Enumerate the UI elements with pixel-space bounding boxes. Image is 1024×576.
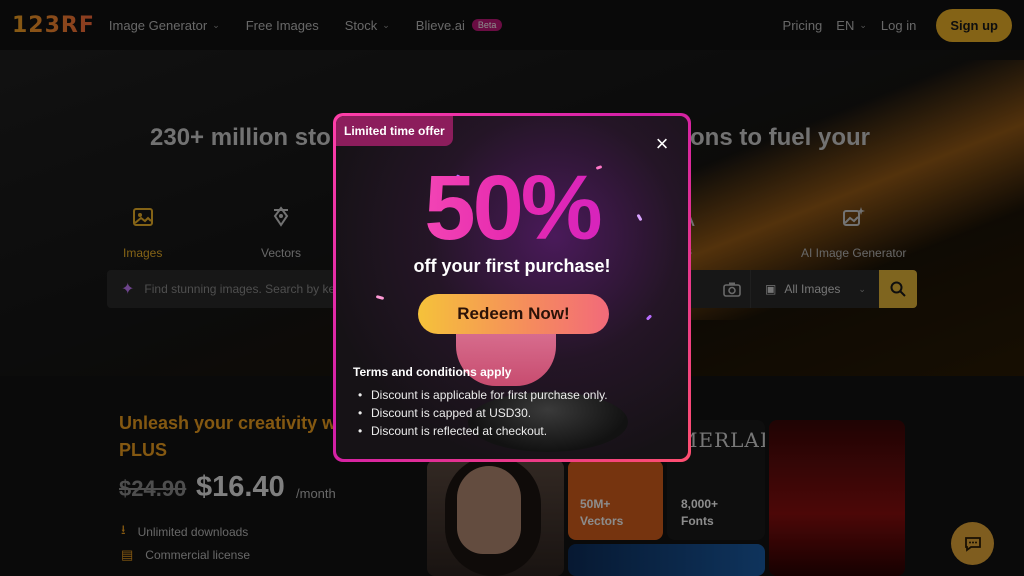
close-icon[interactable]: ×	[650, 132, 674, 156]
discount-subtitle: off your first purchase!	[413, 256, 611, 276]
discount-modal: Limited time offer × 50% off your first …	[333, 113, 691, 462]
terms-item: Discount is applicable for first purchas…	[353, 386, 608, 404]
confetti-decoration	[645, 314, 653, 321]
redeem-button[interactable]: Redeem Now!	[418, 294, 609, 334]
terms-item: Discount is reflected at checkout.	[353, 422, 608, 440]
modal-body: Limited time offer × 50% off your first …	[336, 116, 688, 459]
discount-percent: 50%	[336, 160, 688, 256]
terms-item: Discount is capped at USD30.	[353, 404, 608, 422]
terms-title: Terms and conditions apply	[353, 365, 512, 379]
terms-list: Discount is applicable for first purchas…	[353, 386, 608, 440]
limited-offer-badge: Limited time offer	[336, 116, 453, 146]
confetti-decoration	[375, 295, 385, 300]
